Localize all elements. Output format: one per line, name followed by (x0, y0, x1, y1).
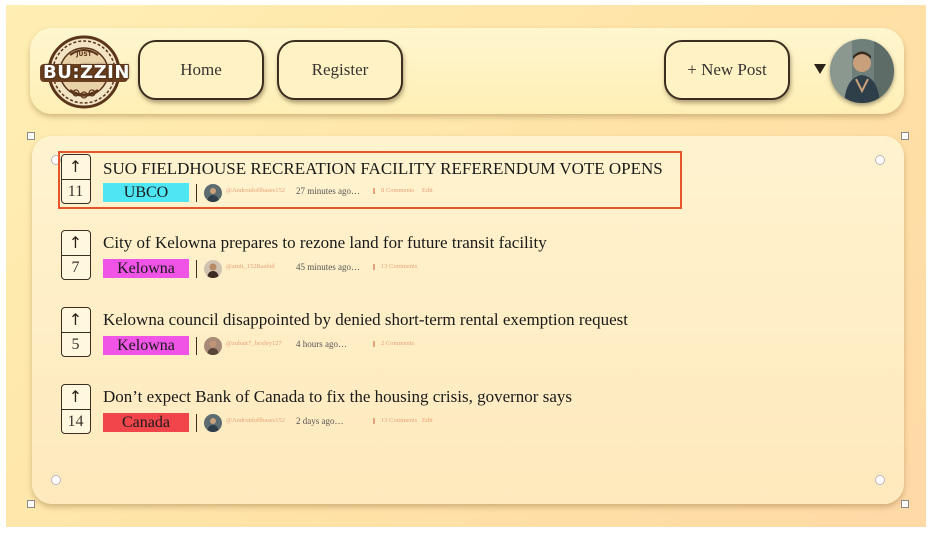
post-timestamp: 27 minutes ago… (296, 186, 360, 196)
radius-handle-bottom-left[interactable] (51, 475, 61, 485)
comments-link[interactable]: 13 Comments (381, 263, 417, 270)
vote-count: 7 (71, 259, 80, 276)
meta-separator (196, 414, 197, 432)
category-tag[interactable]: Kelowna (103, 336, 189, 355)
register-button[interactable]: Register (277, 40, 403, 100)
post-timestamp: 45 minutes ago… (296, 262, 360, 272)
upvote-widget[interactable]: ↑ 11 (61, 154, 91, 204)
author-avatar[interactable] (204, 337, 222, 355)
meta-separator (196, 337, 197, 355)
comments-link[interactable]: 2 Comments (381, 340, 414, 347)
vote-count: 11 (67, 183, 84, 200)
category-tag[interactable]: UBCO (103, 183, 189, 202)
post-item[interactable]: ↑ 7 City of Kelowna prepares to rezone l… (60, 229, 680, 283)
logo-small-text: JUST (76, 51, 92, 58)
upvote-widget[interactable]: ↑ 7 (61, 230, 91, 280)
category-tag[interactable]: Canada (103, 413, 189, 432)
resize-handle-top-left[interactable] (27, 132, 35, 140)
author-username[interactable]: @amit_152Rashid (226, 263, 275, 270)
upvote-arrow-icon[interactable]: ↑ (62, 308, 89, 332)
post-title[interactable]: Don’t expect Bank of Canada to fix the h… (103, 387, 572, 407)
account-dropdown-caret-icon[interactable] (814, 64, 826, 74)
top-navbar: JUST BU:ZZIN Home Register + New Post (30, 28, 904, 114)
author-photo-icon (204, 260, 222, 278)
meta-separator (196, 260, 197, 278)
resize-handle-bottom-left[interactable] (27, 500, 35, 508)
buzzin-logo[interactable]: JUST BU:ZZIN (40, 35, 130, 109)
author-username[interactable]: @Androidoffbases152 (226, 187, 285, 194)
category-tag[interactable]: Kelowna (103, 259, 189, 278)
post-timestamp: 4 hours ago… (296, 339, 347, 349)
comment-icon (373, 188, 375, 194)
post-item[interactable]: ↑ 5 Kelowna council disappointed by deni… (60, 306, 680, 360)
author-avatar[interactable] (204, 414, 222, 432)
author-photo-icon (204, 184, 222, 202)
meta-separator (196, 184, 197, 202)
author-photo-icon (204, 414, 222, 432)
logo-wordmark: BU:ZZIN (43, 62, 130, 83)
post-title[interactable]: City of Kelowna prepares to rezone land … (103, 233, 547, 253)
comment-icon (373, 341, 375, 347)
author-username[interactable]: @Androidoffbases152 (226, 417, 285, 424)
post-title[interactable]: Kelowna council disappointed by denied s… (103, 310, 628, 330)
post-item[interactable]: ↑ 14 Don’t expect Bank of Canada to fix … (60, 383, 680, 437)
resize-handle-top-right[interactable] (901, 132, 909, 140)
edit-link[interactable]: Edit (422, 187, 433, 194)
user-avatar[interactable] (830, 39, 894, 103)
resize-handle-bottom-right[interactable] (901, 500, 909, 508)
upvote-arrow-icon[interactable]: ↑ (62, 231, 89, 255)
comments-link[interactable]: 8 Comments (381, 187, 414, 194)
avatar-photo-icon (830, 39, 894, 103)
vote-count: 14 (67, 413, 84, 430)
upvote-widget[interactable]: ↑ 5 (61, 307, 91, 357)
author-photo-icon (204, 337, 222, 355)
edit-link[interactable]: Edit (422, 417, 433, 424)
post-timestamp: 2 days ago… (296, 416, 344, 426)
post-item[interactable]: ↑ 11 SUO FIELDHOUSE RECREATION FACILITY … (58, 151, 682, 209)
upvote-widget[interactable]: ↑ 14 (61, 384, 91, 434)
author-username[interactable]: @zubair7_bexley127 (226, 340, 282, 347)
vote-count: 5 (71, 336, 80, 353)
radius-handle-top-right[interactable] (875, 155, 885, 165)
author-avatar[interactable] (204, 260, 222, 278)
comment-icon (373, 264, 375, 270)
new-post-button[interactable]: + New Post (664, 40, 790, 100)
home-button[interactable]: Home (138, 40, 264, 100)
comment-icon (373, 418, 375, 424)
upvote-arrow-icon[interactable]: ↑ (62, 385, 89, 409)
upvote-arrow-icon[interactable]: ↑ (62, 155, 89, 179)
radius-handle-bottom-right[interactable] (875, 475, 885, 485)
author-avatar[interactable] (204, 184, 222, 202)
post-title[interactable]: SUO FIELDHOUSE RECREATION FACILITY REFER… (103, 159, 663, 179)
comments-link[interactable]: 13 Comments (381, 417, 417, 424)
